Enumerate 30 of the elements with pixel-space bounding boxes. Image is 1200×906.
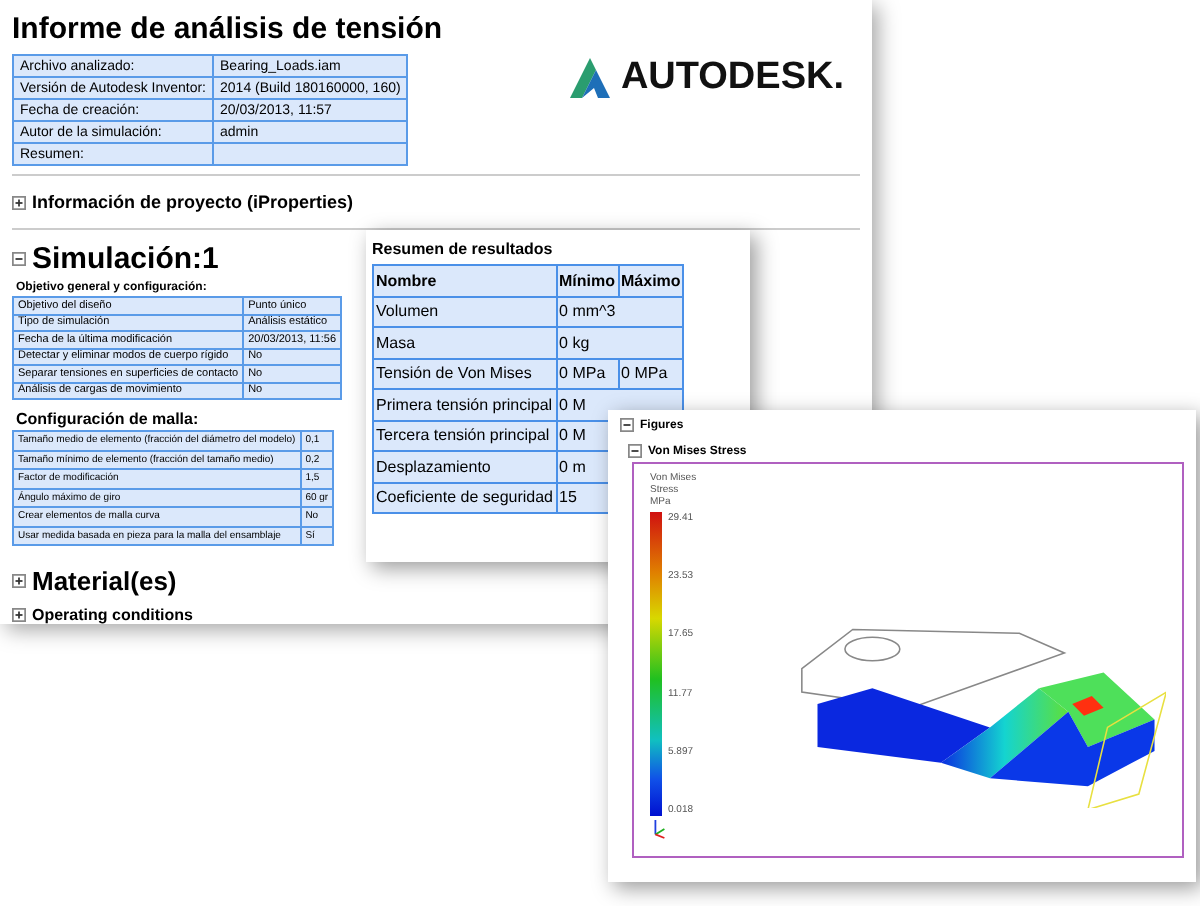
section-heading[interactable]: Simulación:1 [32, 242, 219, 276]
collapse-icon[interactable] [620, 418, 634, 432]
report-title: Informe de análisis de tensión [12, 12, 443, 46]
table-cell: Masa [373, 327, 557, 358]
group-heading: Configuración de malla: [16, 410, 199, 428]
logo-text: AUTODESK. [620, 56, 844, 100]
collapse-icon[interactable] [12, 252, 26, 266]
column-header: Mínimo [556, 265, 619, 296]
table-cell: Desplazamiento [373, 451, 557, 482]
table-cell: Coeficiente de seguridad [373, 482, 557, 513]
section-heading[interactable]: Información de proyecto (iProperties) [32, 192, 354, 212]
column-header: Nombre [373, 265, 557, 296]
expand-icon[interactable] [12, 574, 26, 588]
axis-triad-icon [650, 818, 668, 840]
panel-title: Resumen de resultados [372, 240, 555, 258]
collapse-icon[interactable] [628, 444, 642, 458]
table-cell: Tensión de Von Mises [373, 358, 557, 389]
table-cell: 0 MPa [556, 358, 619, 389]
expand-icon[interactable] [12, 608, 26, 622]
section-heading[interactable]: Material(es) [32, 566, 177, 596]
table-cell: Volumen [373, 296, 557, 327]
column-header: Máximo [618, 265, 684, 296]
table-cell: 0 MPa [618, 358, 684, 389]
table-cell: 0 mm^3 [556, 296, 684, 327]
table-cell: 0 kg [556, 327, 684, 358]
table-cell: Tercera tensión principal [373, 420, 557, 451]
logo-icon [566, 54, 615, 102]
expand-icon[interactable] [12, 195, 26, 209]
section-heading[interactable]: Operating conditions [32, 606, 193, 624]
table-cell: Primera tensión principal [373, 389, 557, 420]
